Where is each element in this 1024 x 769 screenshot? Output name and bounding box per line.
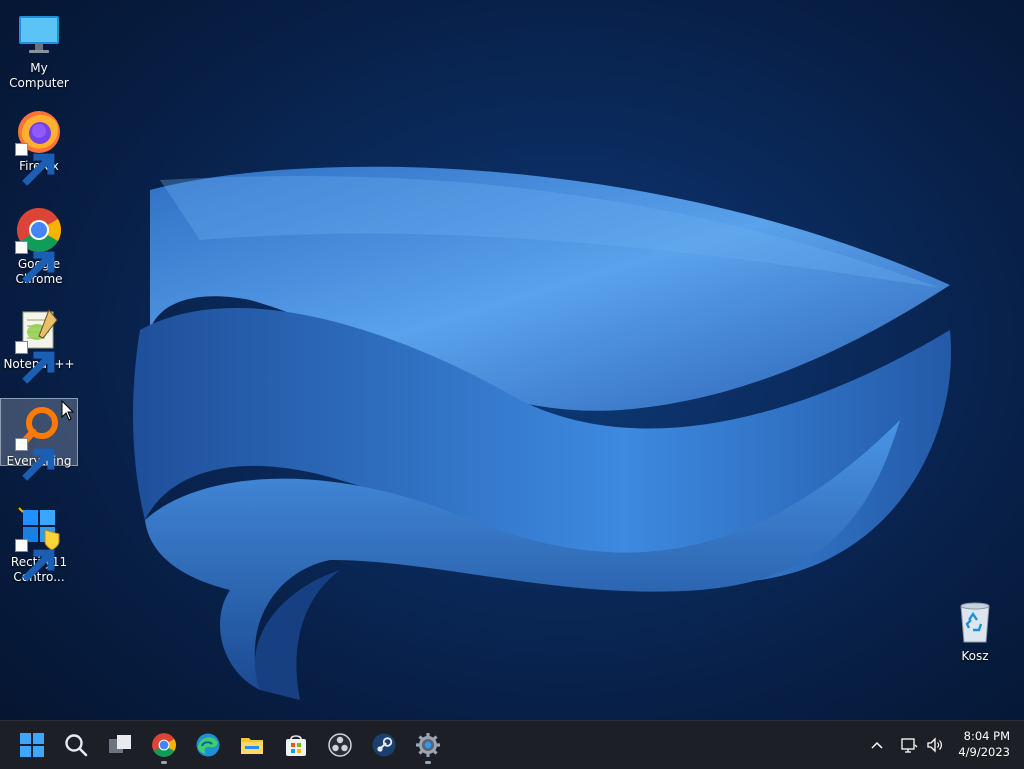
taskbar-app-edge[interactable] — [188, 725, 228, 765]
windows-logo-icon — [20, 733, 44, 757]
steam-icon — [372, 733, 396, 757]
obs-icon — [328, 733, 352, 757]
shortcut-arrow-icon — [15, 539, 55, 582]
notepad-plus-plus-icon — [15, 306, 63, 384]
clock-date: 4/9/2023 — [958, 745, 1010, 759]
monitor-icon — [15, 10, 63, 58]
mouse-cursor-icon — [61, 400, 75, 421]
desktop-icon-label: Kosz — [961, 649, 989, 663]
rectify11-icon — [15, 504, 63, 582]
taskbar-app-file-explorer[interactable] — [232, 725, 272, 765]
shortcut-arrow-icon — [15, 341, 55, 384]
taskbar-clock[interactable]: 8:04 PM 4/9/2023 — [958, 728, 1010, 760]
network-icon — [901, 738, 918, 753]
task-view-button[interactable] — [100, 725, 140, 765]
taskbar: 8:04 PM 4/9/2023 — [0, 720, 1024, 769]
search-icon — [65, 734, 88, 757]
show-hidden-icons-button[interactable] — [866, 721, 888, 769]
desktop-icon-rectify11[interactable]: Rectify11 Contro... — [0, 500, 78, 584]
chrome-icon — [15, 206, 63, 284]
desktop-icon-google-chrome[interactable]: Google Chrome — [0, 202, 78, 288]
task-view-icon — [109, 735, 131, 753]
settings-icon — [416, 733, 440, 757]
file-explorer-icon — [241, 738, 263, 754]
volume-icon — [927, 737, 942, 753]
start-button[interactable] — [12, 725, 52, 765]
store-icon — [286, 735, 306, 756]
shortcut-arrow-icon — [15, 241, 55, 284]
everything-search-icon — [15, 403, 63, 481]
running-indicator — [161, 761, 167, 764]
chrome-icon — [152, 733, 176, 757]
recycle-bin-icon — [951, 598, 999, 646]
firefox-icon — [15, 108, 63, 186]
taskbar-app-obs[interactable] — [320, 725, 360, 765]
volume-button[interactable] — [922, 721, 948, 769]
taskbar-app-microsoft-store[interactable] — [276, 725, 316, 765]
desktop-icon-recycle-bin[interactable]: Kosz — [936, 594, 1014, 666]
edge-icon — [196, 733, 220, 757]
desktop-icon-firefox[interactable]: Firefox — [0, 104, 78, 186]
shortcut-arrow-icon — [15, 143, 55, 186]
search-button[interactable] — [56, 725, 96, 765]
taskbar-app-settings[interactable] — [408, 725, 448, 765]
network-button[interactable] — [896, 721, 922, 769]
chevron-up-icon — [871, 741, 883, 749]
taskbar-app-steam[interactable] — [364, 725, 404, 765]
taskbar-app-chrome[interactable] — [144, 725, 184, 765]
desktop-icon-notepad-plus-plus[interactable]: Notepad++ — [0, 302, 78, 384]
clock-time: 8:04 PM — [963, 729, 1010, 743]
running-indicator — [425, 761, 431, 764]
desktop-icon-my-computer[interactable]: My Computer — [0, 6, 78, 90]
shortcut-arrow-icon — [15, 438, 55, 481]
system-tray — [866, 721, 948, 769]
desktop-icon-label: My Computer — [9, 61, 69, 90]
wallpaper-bloom — [133, 166, 952, 700]
